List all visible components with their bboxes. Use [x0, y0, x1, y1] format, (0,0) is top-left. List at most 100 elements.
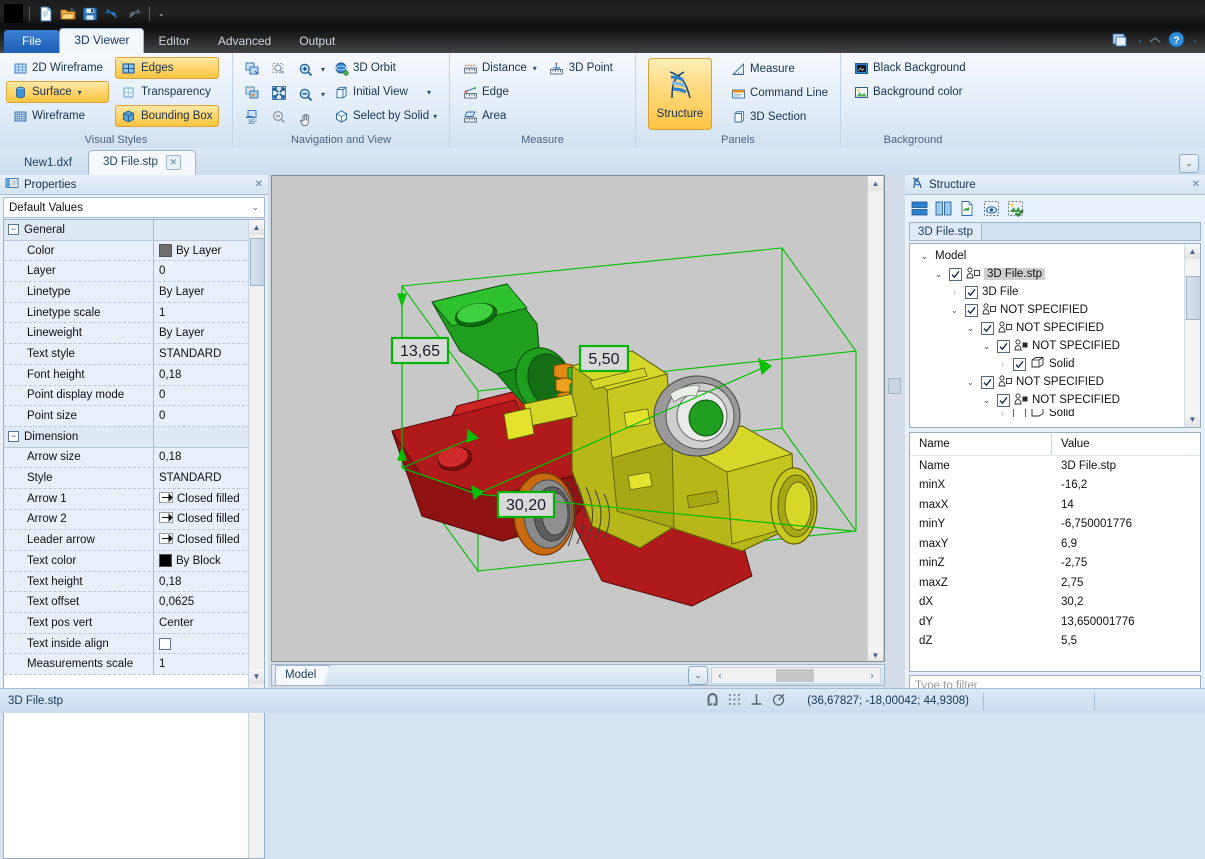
property-row-lineweight[interactable]: Lineweight By Layer — [4, 323, 250, 345]
property-value-leader-arrow[interactable]: Closed filled — [154, 533, 250, 547]
tree-scroll-down-icon[interactable]: ▼ — [1185, 412, 1200, 427]
property-row-text-height[interactable]: Text height 0,18 — [4, 571, 250, 593]
distance-caret[interactable]: ▾ — [533, 64, 537, 73]
ortho-icon[interactable] — [749, 692, 764, 710]
button-area[interactable]: Area — [456, 105, 619, 127]
doc-tabs-menu-button[interactable]: ⌄ — [1179, 154, 1199, 173]
tree-node-not-specified-4[interactable]: ⌄ NOT SPECIFIED — [910, 373, 1200, 391]
button-3d-section[interactable]: 3D Section — [724, 106, 834, 128]
help-question-icon[interactable]: ? — [1168, 31, 1185, 51]
button-select-by-solid[interactable]: Select by Solid ▾ — [327, 105, 437, 127]
window-layout-caret[interactable]: ▾ — [1138, 37, 1142, 46]
property-value-linetype[interactable]: By Layer — [154, 286, 250, 298]
property-value-color[interactable]: By Layer — [154, 244, 250, 258]
chevron-down-icon-1[interactable]: ⌄ — [932, 269, 945, 280]
columns-layout-icon[interactable] — [934, 199, 953, 218]
viewport-horizontal-scrollbar[interactable]: ‹ › — [711, 666, 881, 684]
chevron-down-icon-5[interactable]: ⌄ — [980, 341, 993, 352]
grid-row-maxz[interactable]: maxZ 2,75 — [910, 573, 1200, 593]
grid-row-dx[interactable]: dX 30,2 — [910, 593, 1200, 613]
property-value-arrow-1[interactable]: Closed filled — [154, 491, 250, 506]
tree-node-3d-file[interactable]: › 3D File — [910, 283, 1200, 301]
initial-view-caret[interactable]: ▾ — [427, 88, 431, 97]
save-disk-icon[interactable] — [80, 4, 99, 23]
property-value-text-pos-vert[interactable]: Center — [154, 617, 250, 629]
button-initial-view[interactable]: Initial View ▾ — [327, 81, 437, 103]
button-edges[interactable]: Edges — [114, 57, 219, 79]
doc-tab-3d-file[interactable]: 3D File.stp ✕ — [87, 150, 196, 175]
chevron-down-icon-4[interactable]: ⌄ — [964, 323, 977, 334]
redo-arrow-icon[interactable] — [124, 4, 143, 23]
chevron-right-icon-2[interactable]: › — [948, 287, 961, 297]
property-row-text-color[interactable]: Text color By Block — [4, 551, 250, 572]
collapse-icon-dimension[interactable]: − — [8, 431, 19, 443]
open-folder-icon[interactable] — [58, 4, 77, 23]
tree-node-solid-1[interactable]: › Solid — [910, 355, 1200, 373]
button-3d-orbit[interactable]: 3D Orbit — [327, 57, 437, 79]
tree-node-3d-file-stp[interactable]: ⌄ 3D File.stp — [910, 265, 1200, 283]
properties-close-icon[interactable]: ✕ — [255, 179, 263, 190]
button-bounding-box[interactable]: Bounding Box — [114, 105, 219, 127]
property-value-point-size[interactable]: 0 — [154, 410, 250, 422]
structure-close-icon[interactable]: ✕ — [1192, 179, 1200, 190]
button-3d-point[interactable]: 3D Point — [543, 57, 619, 79]
rotate-35-icon[interactable]: 35° — [239, 105, 265, 129]
property-value-text-color[interactable]: By Block — [154, 554, 250, 568]
property-value-measurements-scale[interactable]: 1 — [154, 658, 250, 670]
scroll-down-arrow-icon[interactable]: ▼ — [249, 669, 264, 684]
tree-node-model[interactable]: ⌄ Model — [910, 247, 1200, 265]
grid-row-minz[interactable]: minZ -2,75 — [910, 554, 1200, 574]
zoom-select-icon[interactable] — [266, 57, 292, 81]
hscroll-track[interactable] — [728, 668, 864, 683]
tree-checkbox-7[interactable] — [981, 375, 994, 389]
tree-checkbox-3[interactable] — [965, 303, 978, 317]
structure-tree[interactable]: ⌄ Model ⌄ 3D File.stp › 3D File ⌄ NOT SP… — [909, 243, 1201, 428]
tree-checkbox-4[interactable] — [981, 321, 994, 335]
button-structure[interactable]: Structure — [648, 58, 713, 130]
zoom-realtime-icon[interactable] — [266, 105, 292, 129]
tree-checkbox-1[interactable] — [949, 267, 962, 281]
window-layout-icon[interactable] — [1112, 32, 1130, 51]
grid-row-name[interactable]: Name 3D File.stp — [910, 456, 1200, 476]
tree-node-not-specified-2[interactable]: ⌄ NOT SPECIFIED — [910, 319, 1200, 337]
property-value-text-inside-align[interactable] — [154, 637, 250, 650]
property-row-arrow-size[interactable]: Arrow size 0,18 — [4, 447, 250, 469]
property-value-font-height[interactable]: 0,18 — [154, 369, 250, 381]
pan-hand-icon[interactable] — [293, 107, 319, 132]
tree-node-not-specified-1[interactable]: ⌄ NOT SPECIFIED — [910, 301, 1200, 319]
property-row-linetype[interactable]: Linetype By Layer — [4, 282, 250, 303]
panel-splitter-handle[interactable] — [888, 378, 901, 394]
tab-advanced[interactable]: Advanced — [204, 30, 285, 53]
property-value-text-style[interactable]: STANDARD — [154, 348, 250, 360]
button-background-color[interactable]: Background color — [847, 81, 972, 103]
button-distance[interactable]: Distance ▾ — [456, 57, 543, 79]
tree-node-not-specified-3[interactable]: ⌄ NOT SPECIFIED — [910, 337, 1200, 355]
preview-select-icon[interactable] — [982, 199, 1001, 218]
3d-viewport[interactable]: 5,50 13,65 30,20 ▲ ▼ — [271, 175, 885, 662]
zoom-in-caret[interactable]: ▾ — [321, 65, 325, 74]
property-category-dimension[interactable]: − Dimension — [4, 426, 250, 448]
zoom-out-caret[interactable]: ▾ — [321, 90, 325, 99]
tree-node-solid-2[interactable]: › Solid — [910, 409, 1200, 417]
property-category-general[interactable]: − General — [4, 220, 250, 241]
model-tab-menu-button[interactable]: ⌄ — [688, 665, 708, 685]
button-black-background[interactable]: Black Background — [847, 57, 972, 79]
close-icon[interactable]: ✕ — [165, 155, 181, 170]
grid-row-dz[interactable]: dZ 5,5 — [910, 632, 1200, 652]
refresh-document-icon[interactable] — [958, 199, 977, 218]
properties-scrollbar[interactable]: ▲ — [248, 220, 264, 858]
property-value-linetype-scale[interactable]: 1 — [154, 307, 250, 319]
help-caret[interactable]: ▾ — [1193, 37, 1197, 46]
tree-checkbox-8[interactable] — [997, 393, 1010, 407]
property-value-text-height[interactable]: 0,18 — [154, 576, 250, 588]
property-row-font-height[interactable]: Font height 0,18 — [4, 364, 250, 386]
grid-dots-icon[interactable] — [727, 692, 742, 710]
hscroll-left-icon[interactable]: ‹ — [712, 670, 728, 680]
button-transparency[interactable]: Transparency — [115, 81, 219, 103]
tree-checkbox-2[interactable] — [965, 285, 978, 299]
property-row-leader-arrow[interactable]: Leader arrow Closed filled — [4, 530, 250, 551]
tab-file[interactable]: File — [4, 30, 60, 53]
property-row-linetype-scale[interactable]: Linetype scale 1 — [4, 302, 250, 324]
hscroll-thumb[interactable] — [776, 668, 814, 682]
tree-scroll-thumb[interactable] — [1186, 276, 1200, 320]
